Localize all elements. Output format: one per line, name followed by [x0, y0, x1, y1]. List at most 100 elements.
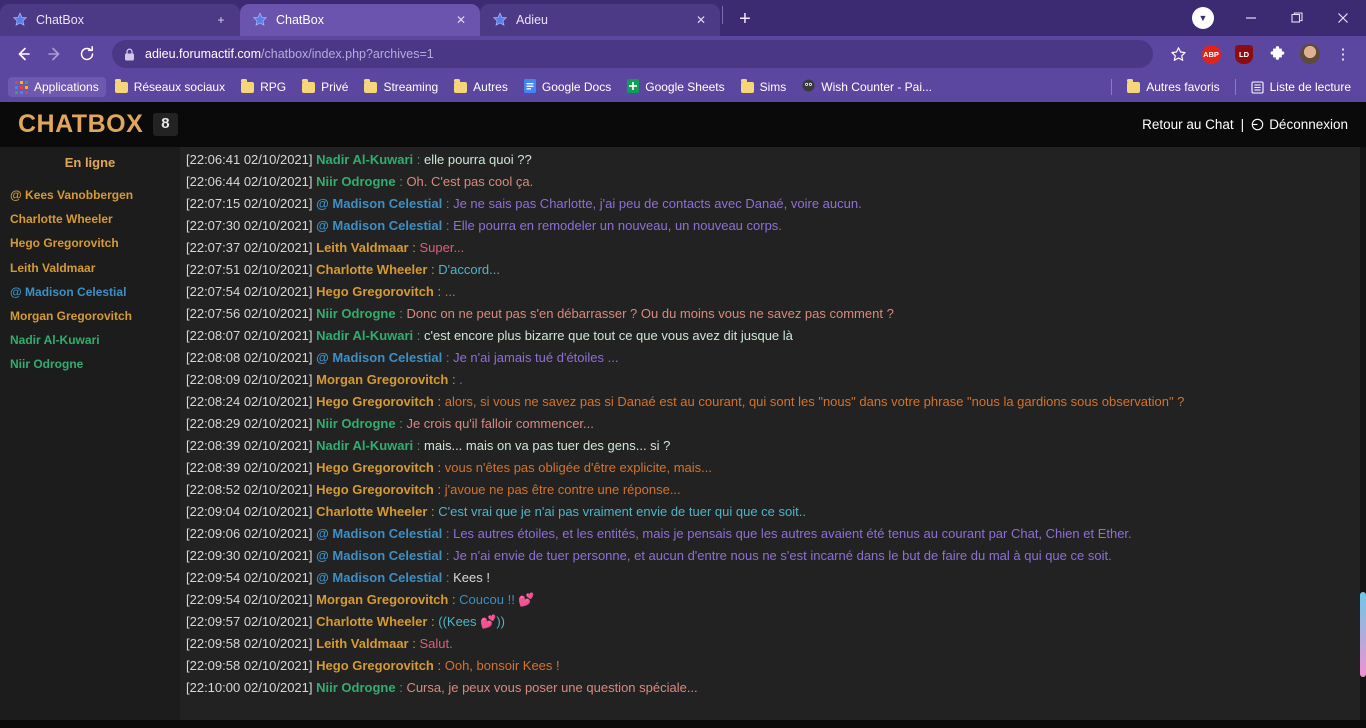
message-author[interactable]: Hego Gregorovitch [316, 482, 434, 497]
tab-close-button[interactable]: + [212, 11, 230, 29]
message-author[interactable]: @ Madison Celestial [316, 526, 442, 541]
message-author[interactable]: Niir Odrogne [316, 174, 395, 189]
message-author[interactable]: Charlotte Wheeler [316, 614, 427, 629]
bookmark-liste-de-lecture[interactable]: Liste de lecture [1244, 77, 1358, 97]
back-button[interactable] [8, 39, 38, 69]
message-author[interactable]: Nadir Al-Kuwari [316, 438, 413, 453]
message-text: Ooh, bonsoir Kees ! [444, 658, 560, 673]
message-colon: : [448, 592, 460, 607]
chat-message: [22:09:54 02/10/2021] Morgan Gregorovitc… [180, 589, 1366, 611]
online-user-item[interactable]: Morgan Gregorovitch [0, 304, 180, 328]
tab-close-button[interactable]: ✕ [452, 11, 470, 29]
bookmark-prive[interactable]: Privé [295, 77, 355, 97]
chat-messages-pane[interactable]: [22:06:41 02/10/2021] Nadir Al-Kuwari : … [180, 147, 1366, 728]
minimize-button[interactable] [1228, 0, 1274, 36]
address-bar[interactable]: adieu.forumactif.com/chatbox/index.php?a… [112, 40, 1153, 68]
lastpass-shield-icon[interactable]: LD [1229, 39, 1259, 69]
bookmark-google-docs[interactable]: Google Docs [517, 76, 618, 99]
message-author[interactable]: @ Madison Celestial [316, 570, 442, 585]
chat-message: [22:06:41 02/10/2021] Nadir Al-Kuwari : … [180, 149, 1366, 171]
message-author[interactable]: @ Madison Celestial [316, 218, 442, 233]
message-author[interactable]: Charlotte Wheeler [316, 504, 427, 519]
scrollbar[interactable] [1360, 147, 1366, 728]
message-author[interactable]: @ Madison Celestial [316, 350, 442, 365]
bookmark-sims[interactable]: Sims [734, 77, 794, 97]
bookmark-wish-counter[interactable]: Wish Counter - Pai... [795, 76, 939, 98]
message-author[interactable]: Hego Gregorovitch [316, 658, 434, 673]
browser-menu-button[interactable]: ⋮ [1328, 39, 1358, 69]
message-author[interactable]: Nadir Al-Kuwari [316, 152, 413, 167]
message-author[interactable]: Niir Odrogne [316, 680, 395, 695]
message-author[interactable]: @ Madison Celestial [316, 196, 442, 211]
browser-tab-0[interactable]: ChatBox + [0, 4, 240, 36]
bookmark-rpg[interactable]: RPG [234, 77, 293, 97]
lock-icon [124, 48, 135, 61]
bookmark-autres[interactable]: Autres [447, 77, 515, 97]
bookmark-applications[interactable]: Applications [8, 77, 106, 97]
bookmark-star-icon[interactable] [1163, 39, 1193, 69]
online-user-item[interactable]: Hego Gregorovitch [0, 231, 180, 255]
tab-close-button[interactable]: ✕ [692, 11, 710, 29]
chat-message: [22:07:15 02/10/2021] @ Madison Celestia… [180, 193, 1366, 215]
maximize-button[interactable] [1274, 0, 1320, 36]
message-colon: : [433, 394, 445, 409]
browser-toolbar: adieu.forumactif.com/chatbox/index.php?a… [0, 36, 1366, 72]
logout-link[interactable]: Déconnexion [1251, 117, 1348, 132]
avatar[interactable] [1295, 39, 1325, 69]
message-author[interactable]: @ Madison Celestial [316, 548, 442, 563]
chat-message: [22:09:57 02/10/2021] Charlotte Wheeler … [180, 611, 1366, 633]
online-users-list: @ Kees Vanobbergen Charlotte Wheeler Hego … [0, 183, 180, 377]
message-author[interactable]: Morgan Gregorovitch [316, 372, 448, 387]
reload-button[interactable] [72, 39, 102, 69]
message-text: mais... mais on va pas tuer des gens... … [424, 438, 671, 453]
message-author[interactable]: Leith Valdmaar [316, 636, 408, 651]
folder-icon [364, 79, 378, 93]
bookmark-streaming[interactable]: Streaming [357, 77, 445, 97]
online-user-item[interactable]: Niir Odrogne [0, 352, 180, 376]
message-author[interactable]: Nadir Al-Kuwari [316, 328, 413, 343]
message-author[interactable]: Hego Gregorovitch [316, 284, 434, 299]
message-colon: : [395, 680, 407, 695]
adblock-plus-icon[interactable]: ABP [1196, 39, 1226, 69]
reading-list-icon [1251, 80, 1264, 94]
message-timestamp: [22:07:56 02/10/2021] [186, 306, 313, 321]
online-user-item[interactable]: @ Madison Celestial [0, 280, 180, 304]
online-user-item[interactable]: Leith Valdmaar [0, 256, 180, 280]
browser-tab-1[interactable]: ChatBox ✕ [240, 4, 480, 36]
message-colon: : [395, 174, 407, 189]
extensions-puzzle-icon[interactable] [1262, 39, 1292, 69]
new-tab-button[interactable]: + [731, 5, 759, 33]
message-text: Salut. [419, 636, 453, 651]
chat-message: [22:08:29 02/10/2021] Niir Odrogne : Je … [180, 413, 1366, 435]
message-text: Cursa, je peux vous poser une question s… [406, 680, 698, 695]
back-to-chat-link[interactable]: Retour au Chat [1142, 117, 1234, 132]
message-timestamp: [22:09:30 02/10/2021] [186, 548, 313, 563]
bookmark-autres-favoris[interactable]: Autres favoris [1120, 77, 1226, 97]
browser-tab-2[interactable]: Adieu ✕ [480, 4, 720, 36]
online-user-item[interactable]: @ Kees Vanobbergen [0, 183, 180, 207]
tab-title: Adieu [516, 13, 548, 27]
message-author[interactable]: Niir Odrogne [316, 306, 395, 321]
online-user-item[interactable]: Charlotte Wheeler [0, 207, 180, 231]
bookmark-label: Wish Counter - Pai... [821, 80, 932, 94]
message-author[interactable]: Hego Gregorovitch [316, 460, 434, 475]
message-colon: : [442, 548, 454, 563]
message-author[interactable]: Charlotte Wheeler [316, 262, 427, 277]
profile-chip-icon[interactable]: ▼ [1192, 7, 1214, 29]
message-author[interactable]: Leith Valdmaar [316, 240, 408, 255]
message-timestamp: [22:09:57 02/10/2021] [186, 614, 313, 629]
header-separator: | [1240, 117, 1245, 132]
url-path: /chatbox/index.php?archives=1 [261, 47, 434, 61]
message-author[interactable]: Morgan Gregorovitch [316, 592, 448, 607]
forward-button[interactable] [40, 39, 70, 69]
message-text: Je n'ai envie de tuer personne, et aucun… [453, 548, 1112, 563]
online-user-item[interactable]: Nadir Al-Kuwari [0, 328, 180, 352]
message-colon: : [433, 482, 445, 497]
bookmark-google-sheets[interactable]: Google Sheets [620, 76, 731, 99]
message-author[interactable]: Niir Odrogne [316, 416, 395, 431]
bookmark-reseaux-sociaux[interactable]: Réseaux sociaux [108, 77, 232, 97]
message-author[interactable]: Hego Gregorovitch [316, 394, 434, 409]
scrollbar-thumb[interactable] [1360, 592, 1366, 677]
close-window-button[interactable] [1320, 0, 1366, 36]
message-timestamp: [22:06:41 02/10/2021] [186, 152, 313, 167]
